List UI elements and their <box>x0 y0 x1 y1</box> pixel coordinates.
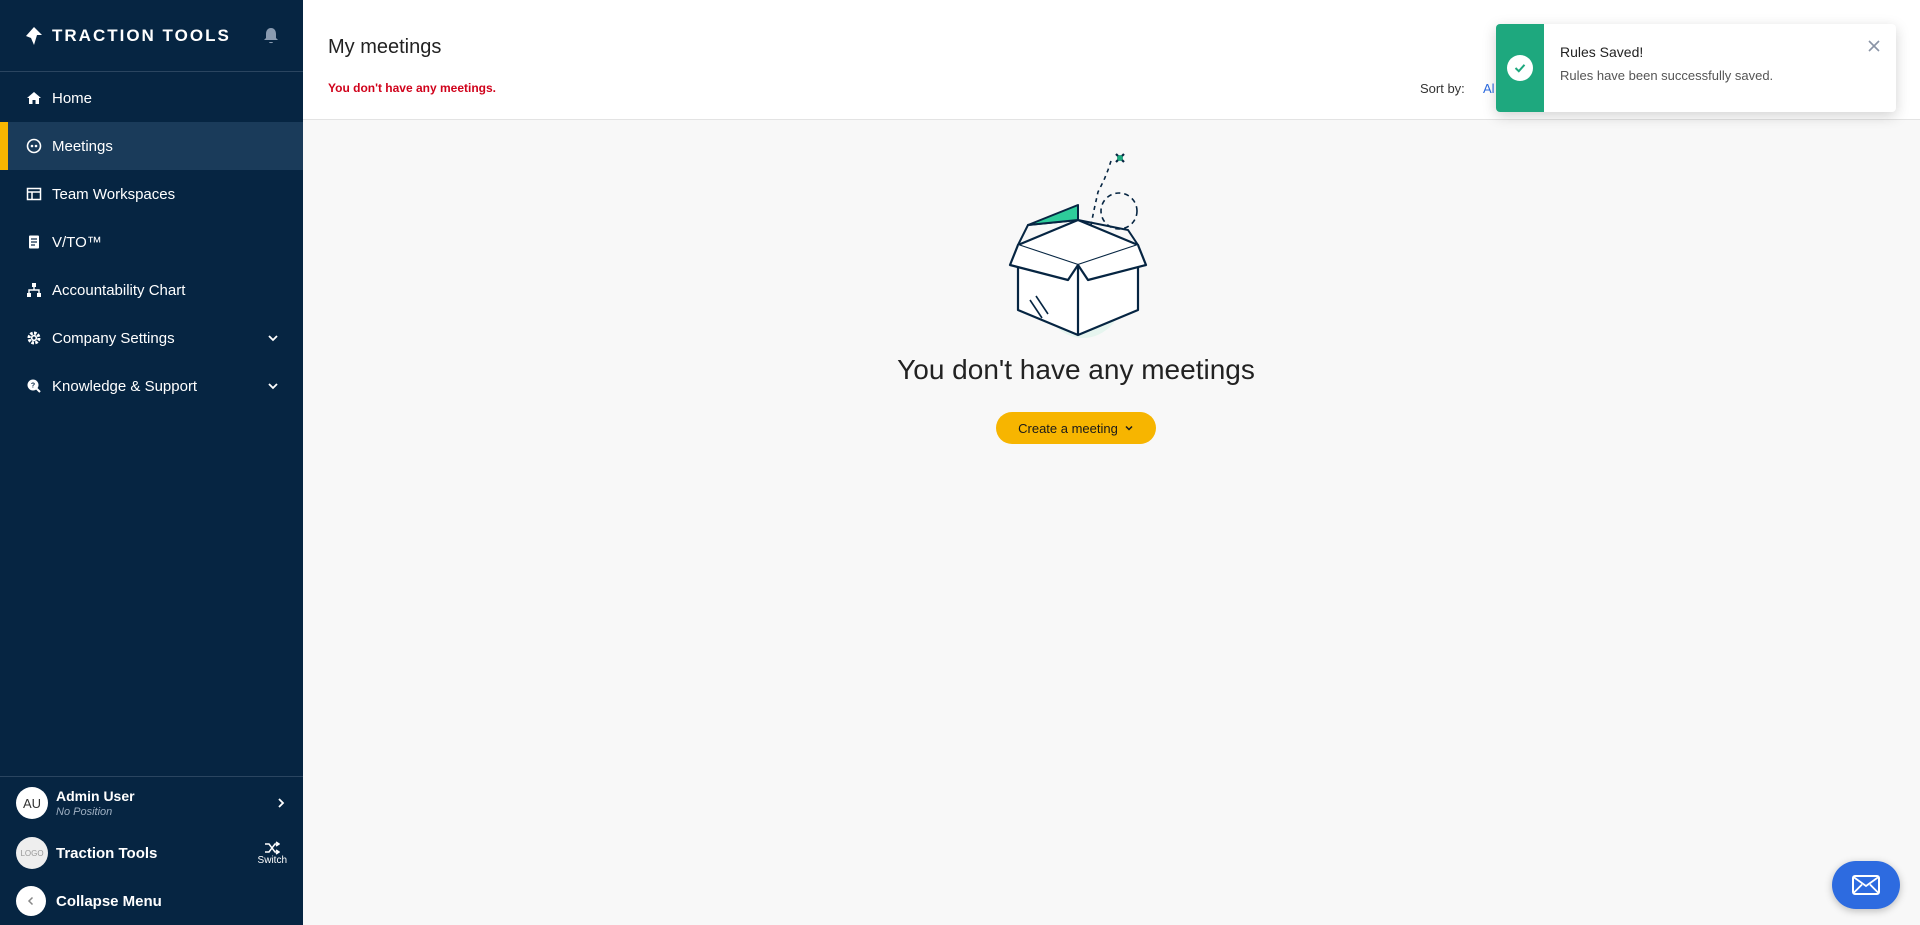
sidebar-item-accountability-chart[interactable]: Accountability Chart <box>0 266 303 314</box>
empty-state: You don't have any meetings Create a mee… <box>303 120 1920 925</box>
empty-state-title: You don't have any meetings <box>897 354 1255 385</box>
org-chart-icon <box>26 282 42 298</box>
shuffle-icon <box>265 840 281 855</box>
user-profile[interactable]: AU Admin User No Position <box>0 777 303 829</box>
sidebar-item-knowledge-support[interactable]: ? Knowledge & Support <box>0 362 303 410</box>
sidebar-item-label: Accountability Chart <box>52 281 186 299</box>
user-name: Admin User <box>56 788 135 804</box>
empty-box-illustration <box>1008 153 1148 338</box>
meetings-icon <box>26 138 42 154</box>
org-logo: LOGO <box>16 837 48 869</box>
user-info: Admin User No Position <box>56 788 135 818</box>
success-toast: Rules Saved! Rules have been successfull… <box>1496 24 1896 112</box>
sidebar: TRACTION TOOLS Home Meetings Team Worksp… <box>0 0 303 925</box>
no-meetings-notice: You don't have any meetings. <box>328 81 496 95</box>
sidebar-item-label: Meetings <box>52 137 113 155</box>
switch-label: Switch <box>257 854 287 866</box>
support-icon: ? <box>26 378 42 394</box>
chevron-down-icon <box>268 335 278 342</box>
sort-by-label: Sort by: <box>1420 81 1465 96</box>
brand-header: TRACTION TOOLS <box>0 0 303 72</box>
organization-row: LOGO Traction Tools Switch <box>0 829 303 877</box>
sidebar-footer: AU Admin User No Position LOGO Traction … <box>0 776 303 925</box>
sidebar-item-vto[interactable]: V/TO™ <box>0 218 303 266</box>
collapse-circle <box>16 886 46 916</box>
home-icon <box>26 90 42 106</box>
user-position: No Position <box>56 806 113 818</box>
sidebar-item-label: V/TO™ <box>52 233 102 251</box>
page-title: My meetings <box>328 36 442 58</box>
sidebar-item-label: Team Workspaces <box>52 185 176 203</box>
sidebar-item-company-settings[interactable]: Company Settings <box>0 314 303 362</box>
sidebar-item-label: Knowledge & Support <box>52 377 198 395</box>
sidebar-item-label: Company Settings <box>52 329 175 347</box>
chevron-right-icon <box>278 798 285 808</box>
chevron-left-icon <box>27 896 34 906</box>
toast-status-bar <box>1496 24 1544 112</box>
mail-icon <box>1852 875 1880 895</box>
sort-by-dropdown[interactable]: Al <box>1483 81 1495 96</box>
document-icon <box>26 234 42 250</box>
chevron-down-icon <box>268 383 278 390</box>
traction-logo-icon <box>26 26 42 45</box>
sidebar-item-meetings[interactable]: Meetings <box>0 122 303 170</box>
check-icon <box>1507 55 1533 81</box>
toast-body: Rules Saved! Rules have been successfull… <box>1544 24 1789 112</box>
sidebar-item-home[interactable]: Home <box>0 74 303 122</box>
switch-org-button[interactable]: Switch <box>257 840 287 866</box>
sidebar-item-team-workspaces[interactable]: Team Workspaces <box>0 170 303 218</box>
contact-support-button[interactable] <box>1832 861 1900 909</box>
close-icon[interactable] <box>1866 38 1882 54</box>
collapse-menu-button[interactable]: Collapse Menu <box>0 877 303 925</box>
bell-icon[interactable] <box>263 27 279 45</box>
create-meeting-button[interactable]: Create a meeting <box>996 412 1156 444</box>
sidebar-nav: Home Meetings Team Workspaces V/TO™ Acco… <box>0 74 303 410</box>
toast-title: Rules Saved! <box>1560 44 1644 60</box>
toast-message: Rules have been successfully saved. <box>1560 68 1774 83</box>
collapse-label: Collapse Menu <box>56 892 162 910</box>
brand-name: TRACTION TOOLS <box>52 25 231 45</box>
org-name: Traction Tools <box>56 844 158 862</box>
gear-icon <box>26 330 42 346</box>
chevron-down-icon <box>1125 425 1133 431</box>
avatar: AU <box>16 787 48 819</box>
sidebar-item-label: Home <box>52 89 93 107</box>
workspace-icon <box>26 186 42 202</box>
create-meeting-label: Create a meeting <box>1018 420 1118 436</box>
svg-text:?: ? <box>31 383 35 390</box>
